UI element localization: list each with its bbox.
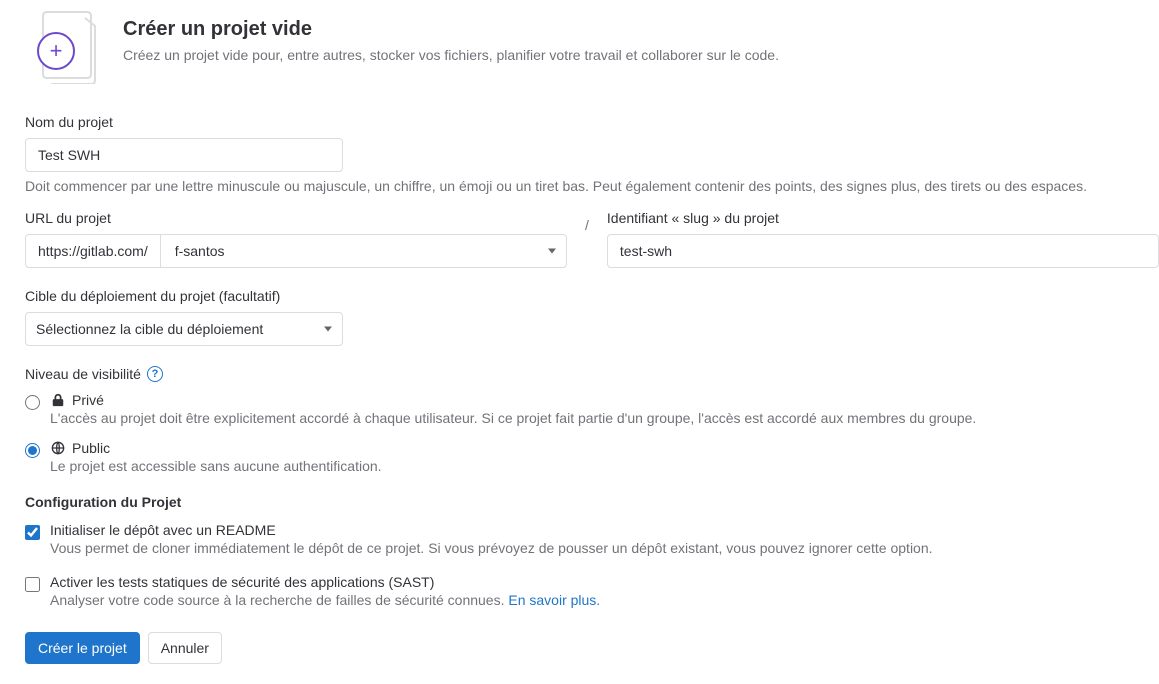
deploy-target-placeholder: Sélectionnez la cible du déploiement — [36, 321, 263, 337]
slug-label: Identifiant « slug » du projet — [607, 210, 1159, 226]
sast-checkbox[interactable] — [25, 577, 40, 592]
visibility-label: Niveau de visibilité — [25, 366, 141, 382]
visibility-private-label: Privé — [72, 392, 104, 408]
config-title: Configuration du Projet — [25, 494, 1159, 510]
visibility-public-desc: Le projet est accessible sans aucune aut… — [50, 458, 382, 474]
readme-checkbox[interactable] — [25, 525, 40, 540]
chevron-down-icon — [324, 327, 332, 332]
deploy-target-label: Cible du déploiement du projet (facultat… — [25, 288, 1159, 304]
sast-desc: Analyser votre code source à la recherch… — [50, 592, 600, 608]
visibility-public-radio[interactable] — [25, 443, 40, 458]
namespace-value: f-santos — [175, 243, 225, 259]
project-name-label: Nom du projet — [25, 114, 1159, 130]
plus-icon: + — [37, 32, 75, 70]
page-header: + Créer un projet vide Créez un projet v… — [25, 10, 1159, 84]
slug-input[interactable] — [607, 234, 1159, 268]
visibility-public-label: Public — [72, 440, 110, 456]
sast-label: Activer les tests statiques de sécurité … — [50, 574, 434, 590]
base-url-addon: https://gitlab.com/ — [25, 234, 160, 268]
url-separator: / — [585, 210, 589, 233]
readme-label: Initialiser le dépôt avec un README — [50, 522, 276, 538]
lock-icon — [50, 392, 66, 408]
readme-desc: Vous permet de cloner immédiatement le d… — [50, 540, 933, 556]
sast-learn-more-link[interactable]: En savoir plus. — [508, 592, 600, 608]
globe-icon — [50, 440, 66, 456]
help-icon[interactable]: ? — [147, 366, 163, 382]
project-icon: + — [25, 10, 99, 84]
create-project-button[interactable]: Créer le projet — [25, 632, 140, 664]
namespace-select[interactable]: f-santos — [160, 234, 567, 268]
page-title: Créer un projet vide — [123, 18, 779, 41]
project-name-helper: Doit commencer par une lettre minuscule … — [25, 178, 1159, 194]
chevron-down-icon — [548, 249, 556, 254]
visibility-private-radio[interactable] — [25, 395, 40, 410]
project-url-label: URL du projet — [25, 210, 567, 226]
page-subtitle: Créez un projet vide pour, entre autres,… — [123, 47, 779, 63]
visibility-private-desc: L'accès au projet doit être explicitemen… — [50, 410, 976, 426]
cancel-button[interactable]: Annuler — [148, 632, 222, 664]
project-name-input[interactable] — [25, 138, 343, 172]
deploy-target-select[interactable]: Sélectionnez la cible du déploiement — [25, 312, 343, 346]
